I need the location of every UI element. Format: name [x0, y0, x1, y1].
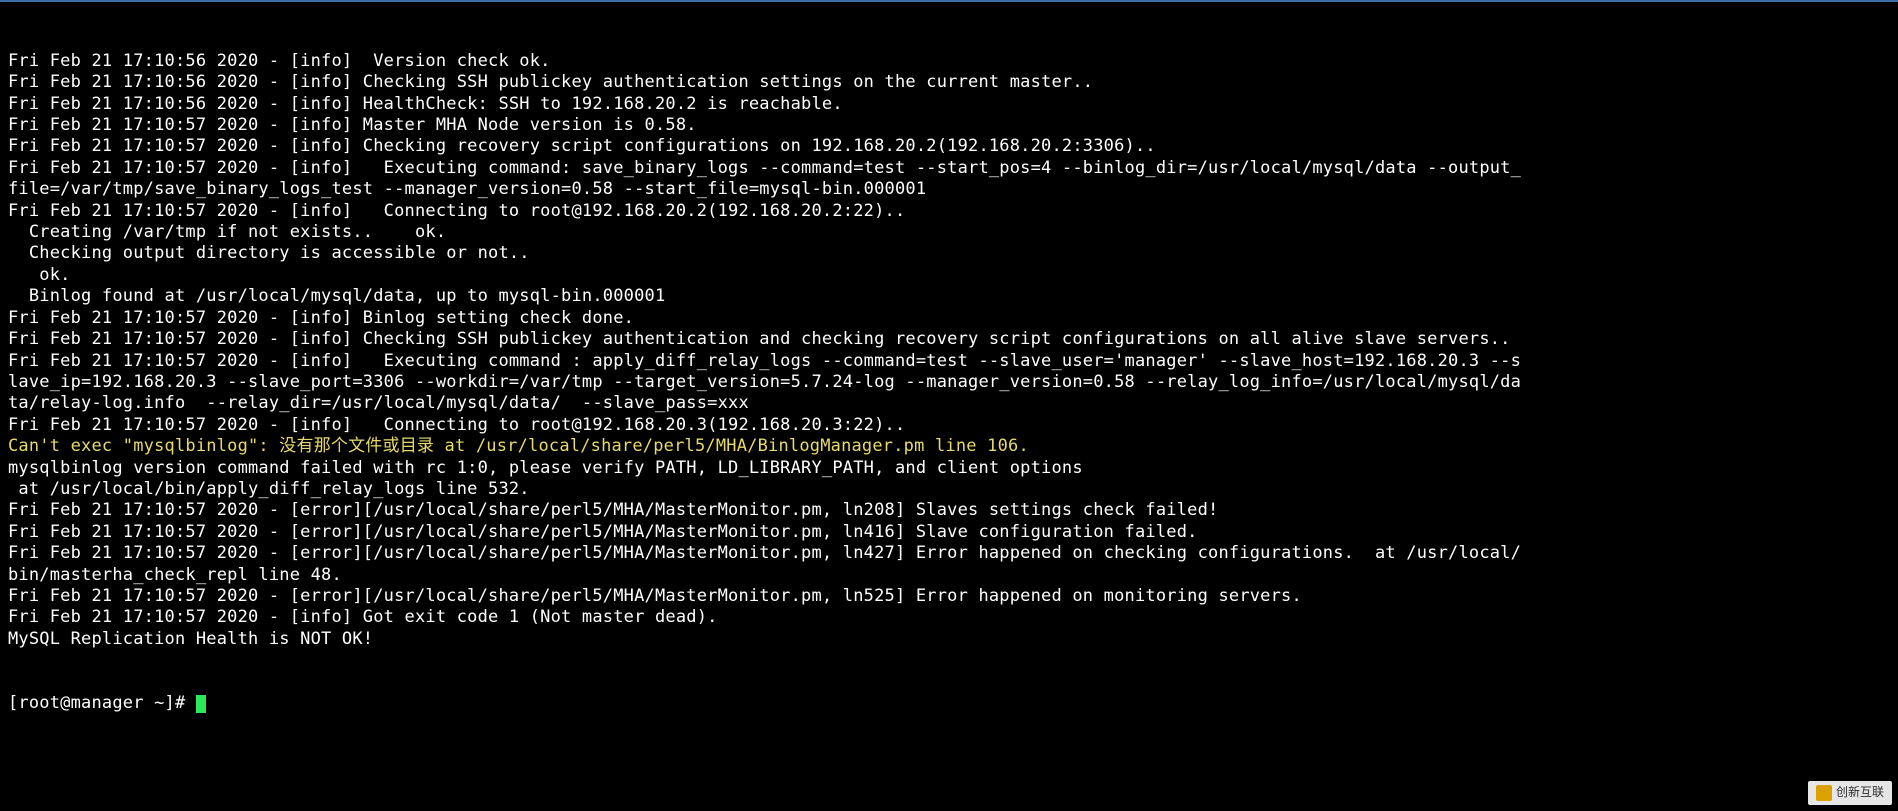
terminal-output[interactable]: Fri Feb 21 17:10:56 2020 - [info] Versio… — [0, 0, 1898, 742]
terminal-line: Fri Feb 21 17:10:57 2020 - [info] Got ex… — [8, 607, 1890, 628]
terminal-line: Fri Feb 21 17:10:57 2020 - [info] Master… — [8, 115, 1890, 136]
terminal-line: Fri Feb 21 17:10:56 2020 - [info] Health… — [8, 94, 1890, 115]
terminal-line: Fri Feb 21 17:10:57 2020 - [info] Execut… — [8, 158, 1890, 179]
terminal-line: Checking output directory is accessible … — [8, 243, 1890, 264]
terminal-line: Fri Feb 21 17:10:56 2020 - [info] Checki… — [8, 72, 1890, 93]
terminal-line: Creating /var/tmp if not exists.. ok. — [8, 222, 1890, 243]
shell-prompt: [root@manager ~]# — [8, 693, 196, 713]
terminal-line: ta/relay-log.info --relay_dir=/usr/local… — [8, 393, 1890, 414]
terminal-line: Fri Feb 21 17:10:57 2020 - [error][/usr/… — [8, 500, 1890, 521]
watermark-text: 创新互联 — [1836, 785, 1884, 799]
terminal-line: Fri Feb 21 17:10:56 2020 - [info] Versio… — [8, 51, 1890, 72]
terminal-line: Fri Feb 21 17:10:57 2020 - [info] Connec… — [8, 415, 1890, 436]
terminal-line: Fri Feb 21 17:10:57 2020 - [error][/usr/… — [8, 522, 1890, 543]
terminal-line: lave_ip=192.168.20.3 --slave_port=3306 -… — [8, 372, 1890, 393]
terminal-line: file=/var/tmp/save_binary_logs_test --ma… — [8, 179, 1890, 200]
cursor-block — [196, 695, 206, 713]
terminal-line: Binlog found at /usr/local/mysql/data, u… — [8, 286, 1890, 307]
prompt-line[interactable]: [root@manager ~]# — [8, 693, 1890, 714]
terminal-line: Fri Feb 21 17:10:57 2020 - [info] Execut… — [8, 351, 1890, 372]
terminal-line: ok. — [8, 265, 1890, 286]
terminal-line: Fri Feb 21 17:10:57 2020 - [info] Binlog… — [8, 308, 1890, 329]
terminal-line: at /usr/local/bin/apply_diff_relay_logs … — [8, 479, 1890, 500]
terminal-line: bin/masterha_check_repl line 48. — [8, 565, 1890, 586]
terminal-line: Can't exec "mysqlbinlog": 没有那个文件或目录 at /… — [8, 436, 1890, 457]
terminal-line: Fri Feb 21 17:10:57 2020 - [info] Connec… — [8, 201, 1890, 222]
terminal-line: Fri Feb 21 17:10:57 2020 - [info] Checki… — [8, 136, 1890, 157]
terminal-line: Fri Feb 21 17:10:57 2020 - [info] Checki… — [8, 329, 1890, 350]
terminal-line: Fri Feb 21 17:10:57 2020 - [error][/usr/… — [8, 543, 1890, 564]
watermark-logo-icon — [1816, 785, 1832, 801]
terminal-line: Fri Feb 21 17:10:57 2020 - [error][/usr/… — [8, 586, 1890, 607]
terminal-line: MySQL Replication Health is NOT OK! — [8, 629, 1890, 650]
terminal-line: mysqlbinlog version command failed with … — [8, 458, 1890, 479]
watermark-badge: 创新互联 — [1808, 781, 1892, 805]
